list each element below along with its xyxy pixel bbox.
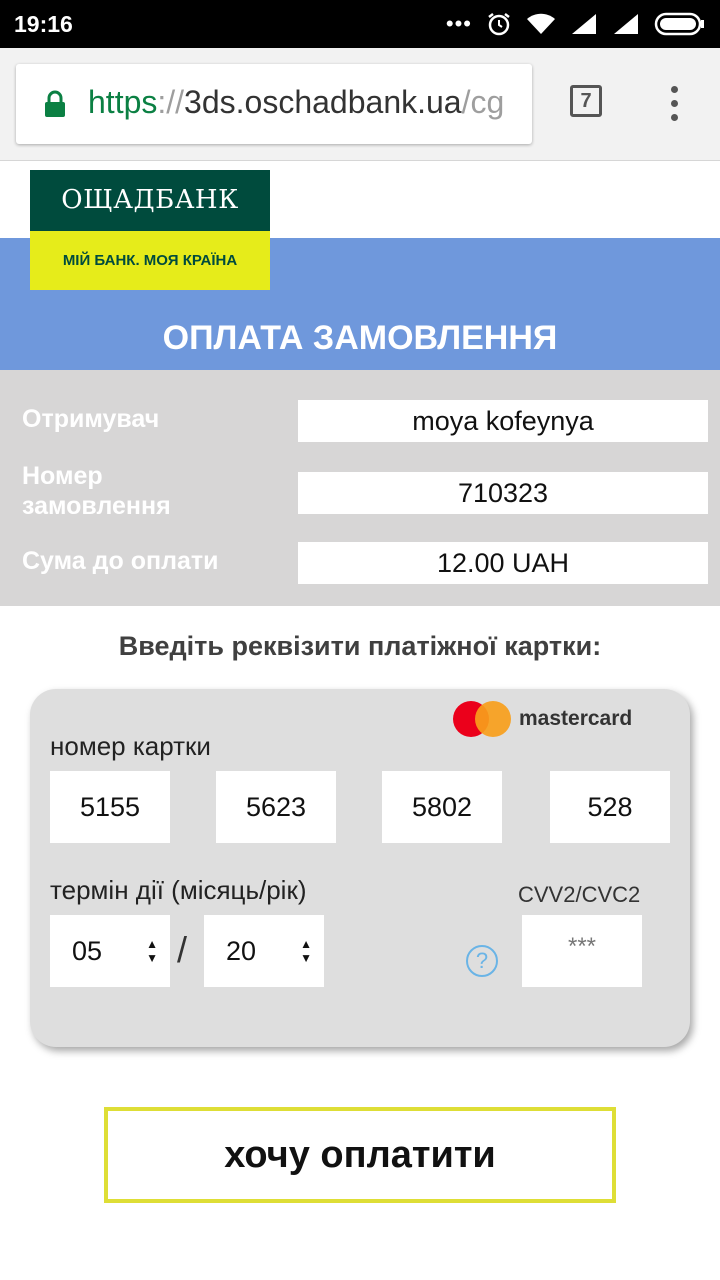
bank-logo: ОЩАДБАНК МІЙ БАНК. МОЯ КРАЇНА xyxy=(30,170,270,290)
status-icons: ••• xyxy=(446,10,706,38)
card-number-field-4[interactable]: 528 xyxy=(550,771,670,843)
expiry-year-select[interactable]: 20 ▲ ▼ xyxy=(204,915,324,987)
more-dots-icon: ••• xyxy=(445,11,472,36)
bank-logo-name: ОЩАДБАНК xyxy=(30,170,270,231)
pay-button[interactable]: хочу оплатити xyxy=(104,1107,616,1203)
card-number-field-1[interactable]: 5155 xyxy=(50,771,170,843)
page-title: ОПЛАТА ЗАМОВЛЕННЯ xyxy=(162,319,558,357)
card-number-field-3[interactable]: 5802 xyxy=(382,771,502,843)
order-number-value: 710323 xyxy=(298,472,708,514)
card-prompt: Введіть реквізити платіжної картки: xyxy=(118,631,602,661)
expiry-separator: / xyxy=(177,929,188,970)
signal-icon xyxy=(572,14,596,34)
card-form: mastercard номер картки 5155 5623 5802 5… xyxy=(30,689,690,1047)
bank-logo-slogan: МІЙ БАНК. МОЯ КРАЇНА xyxy=(30,231,270,290)
cvv-input[interactable]: *** xyxy=(522,915,642,987)
overflow-menu-icon[interactable] xyxy=(664,86,684,124)
url-text: https://3ds.oschadbank.ua/cg xyxy=(88,84,505,120)
order-number-label: Номер замовлення xyxy=(22,462,171,520)
mastercard-wordmark: mastercard xyxy=(519,707,633,730)
spinner-arrows-icon: ▲ ▼ xyxy=(146,937,158,965)
alarm-icon xyxy=(488,13,510,36)
mastercard-logo: mastercard xyxy=(453,701,632,737)
browser-toolbar: https://3ds.oschadbank.ua/cg 7 xyxy=(0,48,720,161)
help-icon[interactable]: ? xyxy=(466,945,498,977)
spinner-arrows-icon: ▲ ▼ xyxy=(300,937,312,965)
amount-value: 12.00 UAH xyxy=(298,542,708,584)
recipient-value: moya kofeynya xyxy=(298,400,708,442)
battery-icon xyxy=(654,12,704,36)
wifi-icon xyxy=(527,13,555,34)
order-info: Отримувач moya kofeynya Номер замовлення … xyxy=(0,370,720,606)
cvv-label: CVV2/CVC2 xyxy=(518,882,641,907)
lock-icon xyxy=(45,90,65,117)
tab-switcher-button[interactable]: 7 xyxy=(570,85,602,117)
mastercard-icon xyxy=(453,701,513,737)
amount-label: Сума до оплати xyxy=(22,547,219,575)
card-number-field-2[interactable]: 5623 xyxy=(216,771,336,843)
expiry-label: термін дії (місяць/рік) xyxy=(50,875,307,905)
expiry-month-select[interactable]: 05 ▲ ▼ xyxy=(50,915,170,987)
status-bar: 19:16 ••• xyxy=(0,0,720,48)
expiry-month-value: 05 xyxy=(72,936,103,966)
address-bar[interactable]: https://3ds.oschadbank.ua/cg xyxy=(16,64,532,144)
signal-icon xyxy=(614,14,638,34)
recipient-label: Отримувач xyxy=(22,405,160,433)
card-number-label: номер картки xyxy=(50,731,211,761)
status-time: 19:16 xyxy=(14,11,73,37)
expiry-year-value: 20 xyxy=(226,936,257,966)
